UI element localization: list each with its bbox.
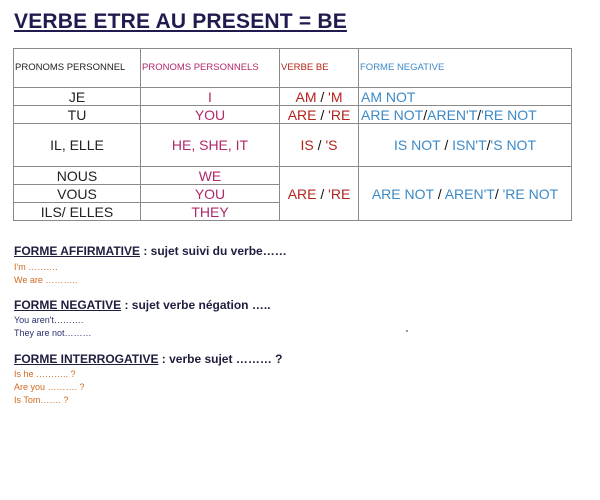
- section-affirmative: FORME AFFIRMATIVE : sujet suivi du verbe…: [14, 244, 287, 287]
- section-description: : sujet verbe négation …..: [121, 298, 271, 312]
- separator: /: [437, 185, 442, 202]
- section-label: FORME NEGATIVE: [14, 298, 122, 312]
- separator: /: [494, 185, 499, 202]
- french-pronoun: VOUS: [13, 184, 141, 203]
- conjugation-table: PRONOMS PERSONNEL PRONOMS PERSONNELS VER…: [13, 48, 572, 221]
- french-pronoun: ILS/ ELLES: [13, 202, 141, 221]
- french-pronoun: JE: [13, 87, 141, 106]
- example-line: Are you ………. ?: [14, 382, 85, 392]
- verb-be-cell: ARE / 'RE: [279, 105, 359, 124]
- negative-full: ARE NOT: [371, 185, 434, 202]
- contracted-form: 'RE: [328, 106, 351, 123]
- example-line: I'm ……….: [14, 262, 58, 272]
- separator: /: [317, 137, 322, 153]
- english-pronoun: THEY: [140, 202, 280, 221]
- contracted-form: 'RE: [328, 185, 351, 202]
- section-title: FORME AFFIRMATIVE : sujet suivi du verbe…: [14, 244, 287, 258]
- verb-be-cell: AM / 'M: [279, 87, 359, 106]
- section-negative: FORME NEGATIVE : sujet verbe négation ….…: [14, 298, 271, 340]
- full-form: ARE: [287, 106, 317, 123]
- page-title: VERBE ETRE AU PRESENT = BE: [14, 10, 347, 33]
- header-pronoms-personnels: PRONOMS PERSONNELS: [140, 48, 280, 88]
- example-line: They are not………: [14, 328, 92, 338]
- english-pronoun: HE, SHE, IT: [140, 123, 280, 167]
- english-pronoun: I: [140, 87, 280, 106]
- section-label: FORME AFFIRMATIVE: [14, 244, 140, 258]
- separator: /: [320, 88, 325, 105]
- verb-be-cell: IS / 'S: [279, 123, 359, 167]
- separator: /: [444, 137, 449, 153]
- header-forme-negative: FORME NEGATIVE: [358, 48, 572, 88]
- negative-contracted: ISN'T: [452, 137, 487, 153]
- table-row: IL, ELLE HE, SHE, IT IS / 'S IS NOT / IS…: [13, 123, 572, 167]
- separator: /: [320, 185, 325, 202]
- example-line: Is he ……….. ?: [14, 369, 76, 379]
- negative-short: 'RE NOT: [481, 106, 537, 123]
- negative-short: 'S NOT: [490, 137, 536, 153]
- french-pronoun: NOUS: [13, 166, 141, 185]
- verb-be-cell: ARE / 'RE: [279, 166, 359, 221]
- full-form: ARE: [287, 185, 317, 202]
- section-title: FORME INTERROGATIVE : verbe sujet ……… ?: [14, 352, 282, 366]
- contracted-form: 'M: [328, 88, 343, 105]
- separator: /: [320, 106, 325, 123]
- contracted-form: 'S: [325, 137, 338, 153]
- full-form: AM: [295, 88, 317, 105]
- section-description: : verbe sujet ……… ?: [158, 352, 283, 366]
- full-form: IS: [300, 137, 314, 153]
- negative-contracted: AREN'T: [427, 106, 478, 123]
- table-row: TU YOU ARE / 'RE ARE NOT/AREN'T/'RE NOT: [13, 105, 572, 124]
- table-row: NOUS WE ARE / 'RE ARE NOT / AREN'T/ 'RE …: [13, 166, 572, 221]
- header-verbe-be: VERBE BE: [279, 48, 359, 88]
- example-line: You aren't……….: [14, 315, 84, 325]
- negative-full: ARE NOT: [361, 106, 424, 123]
- negative-form-cell: ARE NOT / AREN'T/ 'RE NOT: [358, 166, 572, 221]
- section-label: FORME INTERROGATIVE: [14, 352, 159, 366]
- table-header-row: PRONOMS PERSONNEL PRONOMS PERSONNELS VER…: [13, 48, 572, 88]
- negative-form-cell: AM NOT: [358, 87, 572, 106]
- table-row: JE I AM / 'M AM NOT: [13, 87, 572, 106]
- french-pronoun: TU: [13, 105, 141, 124]
- english-pronoun: WE: [140, 166, 280, 185]
- negative-form-cell: ARE NOT/AREN'T/'RE NOT: [358, 105, 572, 124]
- negative-form-cell: IS NOT / ISN'T/'S NOT: [358, 123, 572, 167]
- section-description: : sujet suivi du verbe……: [140, 244, 287, 258]
- example-line: We are ………..: [14, 275, 78, 285]
- negative-contracted: AREN'T: [444, 185, 495, 202]
- example-line: Is Tom……. ?: [14, 395, 69, 405]
- section-interrogative: FORME INTERROGATIVE : verbe sujet ……… ? …: [14, 352, 282, 407]
- negative-short: 'RE NOT: [502, 185, 559, 202]
- header-pronoms-personnel: PRONOMS PERSONNEL: [13, 48, 141, 88]
- section-title: FORME NEGATIVE : sujet verbe négation ….…: [14, 298, 271, 312]
- scan-speck: [406, 330, 408, 332]
- french-pronoun: IL, ELLE: [13, 123, 141, 167]
- english-pronoun: YOU: [140, 184, 280, 203]
- negative-full: IS NOT: [394, 137, 441, 153]
- english-pronoun: YOU: [140, 105, 280, 124]
